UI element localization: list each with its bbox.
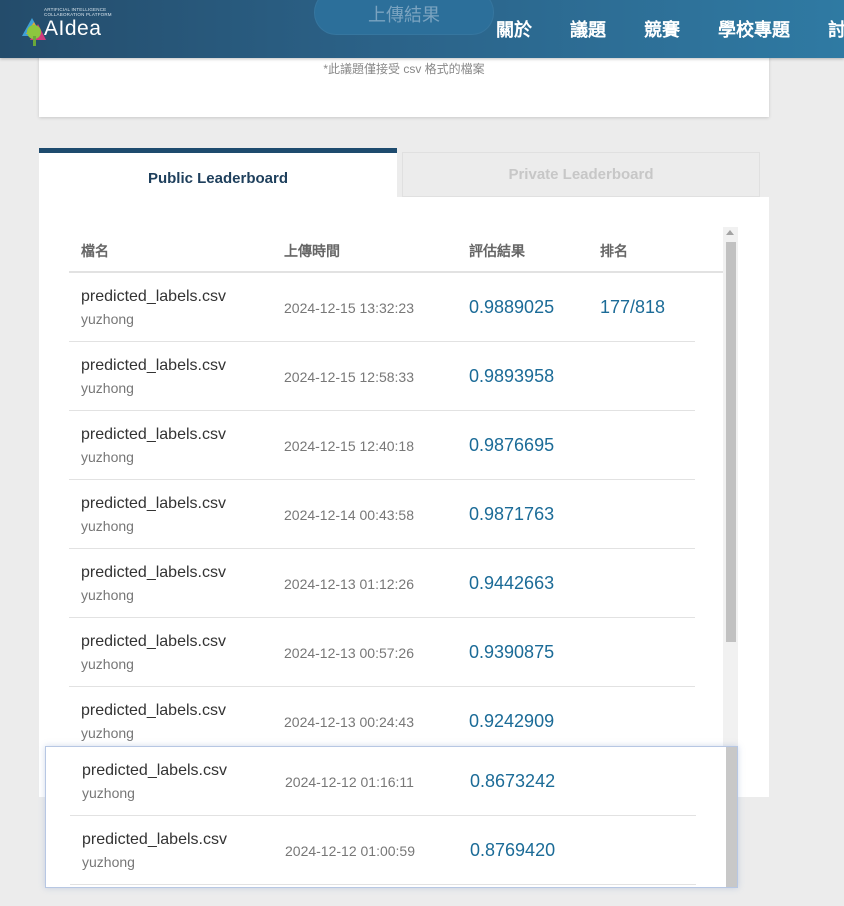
- row-filename[interactable]: predicted_labels.csv: [81, 702, 226, 720]
- column-header-filename: 檔名: [81, 243, 109, 259]
- table-row[interactable]: predicted_labels.csvyuzhong 2024-12-15 12…: [69, 342, 695, 411]
- row-upload-time: 2024-12-14 00:43:58: [284, 507, 414, 523]
- upload-result-button[interactable]: 上傳結果: [314, 0, 494, 35]
- row-score: 0.9876695: [469, 435, 555, 455]
- column-header-result: 評估結果: [469, 243, 525, 259]
- row-filename[interactable]: predicted_labels.csv: [82, 831, 227, 849]
- row-username: yuzhong: [81, 380, 134, 396]
- column-header-upload-time: 上傳時間: [284, 243, 340, 259]
- row-username: yuzhong: [81, 518, 134, 534]
- row-upload-time: 2024-12-15 13:32:23: [284, 300, 414, 316]
- row-username: yuzhong: [82, 785, 135, 801]
- csv-format-note: *此議題僅接受 csv 格式的檔案: [323, 62, 485, 76]
- row-username: yuzhong: [81, 449, 134, 465]
- row-score: 0.8769420: [470, 840, 556, 860]
- table-row[interactable]: predicted_labels.csvyuzhong 2024-12-13 01…: [69, 549, 695, 618]
- nav-school-projects[interactable]: 學校專題: [718, 16, 790, 42]
- row-upload-time: 2024-12-12 01:16:11: [285, 774, 414, 790]
- nav-more[interactable]: 討: [828, 16, 844, 42]
- table-row[interactable]: predicted_labels.csvyuzhong 2024-12-13 00…: [69, 618, 695, 687]
- logo-text[interactable]: AIdea: [44, 17, 101, 41]
- row-upload-time: 2024-12-13 01:12:26: [284, 576, 414, 592]
- row-username: yuzhong: [81, 587, 134, 603]
- row-filename[interactable]: predicted_labels.csv: [81, 495, 226, 513]
- scroll-up-arrow-icon[interactable]: [726, 230, 734, 235]
- row-filename[interactable]: predicted_labels.csv: [81, 357, 226, 375]
- row-upload-time: 2024-12-12 01:00:59: [285, 843, 415, 859]
- row-score: 0.9390875: [469, 642, 555, 662]
- table-row[interactable]: predicted_labels.csvyuzhong 2024-12-12 01…: [70, 816, 696, 885]
- row-score: 0.9242909: [469, 711, 555, 731]
- nav-about[interactable]: 關於: [496, 16, 532, 42]
- overlay-scrollbar[interactable]: [726, 747, 737, 887]
- column-header-rank: 排名: [600, 243, 628, 259]
- row-upload-time: 2024-12-13 00:57:26: [284, 645, 414, 661]
- table-row[interactable]: predicted_labels.csvyuzhong 2024-12-15 13…: [69, 273, 695, 342]
- tab-private-leaderboard[interactable]: Private Leaderboard: [402, 152, 760, 197]
- row-filename[interactable]: predicted_labels.csv: [81, 564, 226, 582]
- row-score: 0.9889025: [469, 297, 555, 317]
- row-username: yuzhong: [81, 725, 134, 741]
- nav-competitions[interactable]: 競賽: [644, 16, 680, 42]
- row-score: 0.9442663: [469, 573, 555, 593]
- dragged-rows-overlay: predicted_labels.csv yuzhong 2024-12-12 01…: [45, 746, 738, 888]
- tab-public-leaderboard[interactable]: Public Leaderboard: [39, 148, 397, 197]
- row-rank: 177/818: [600, 297, 666, 317]
- row-filename[interactable]: predicted_labels.csv: [81, 633, 226, 651]
- row-upload-time: 2024-12-15 12:40:18: [284, 438, 414, 454]
- table-scrollbar-thumb[interactable]: [726, 242, 736, 642]
- table-row[interactable]: predicted_labels.csvyuzhong 2024-12-12 01…: [70, 747, 696, 816]
- nav-topics[interactable]: 議題: [570, 16, 606, 42]
- row-username: yuzhong: [81, 311, 134, 327]
- row-username: yuzhong: [81, 656, 134, 672]
- row-upload-time: 2024-12-15 12:58:33: [284, 369, 414, 385]
- table-row[interactable]: predicted_labels.csvyuzhong 2024-12-14 00…: [69, 480, 695, 549]
- top-header: ARTIFICIAL INTELLIGENCE COLLABORATION PL…: [0, 0, 844, 58]
- logo-tagline: ARTIFICIAL INTELLIGENCE COLLABORATION PL…: [44, 7, 112, 17]
- row-filename[interactable]: predicted_labels.csv: [81, 288, 226, 306]
- row-score: 0.9871763: [469, 504, 555, 524]
- row-score: 0.9893958: [469, 366, 555, 386]
- row-upload-time: 2024-12-13 00:24:43: [284, 714, 414, 730]
- row-filename[interactable]: predicted_labels.csv: [82, 762, 227, 780]
- main-nav: 關於 議題 競賽 學校專題 討: [496, 16, 844, 42]
- table-row[interactable]: predicted_labels.csvyuzhong 2024-12-15 12…: [69, 411, 695, 480]
- row-username: yuzhong: [82, 854, 135, 870]
- row-score: 0.8673242: [470, 771, 556, 791]
- row-filename[interactable]: predicted_labels.csv: [81, 426, 226, 444]
